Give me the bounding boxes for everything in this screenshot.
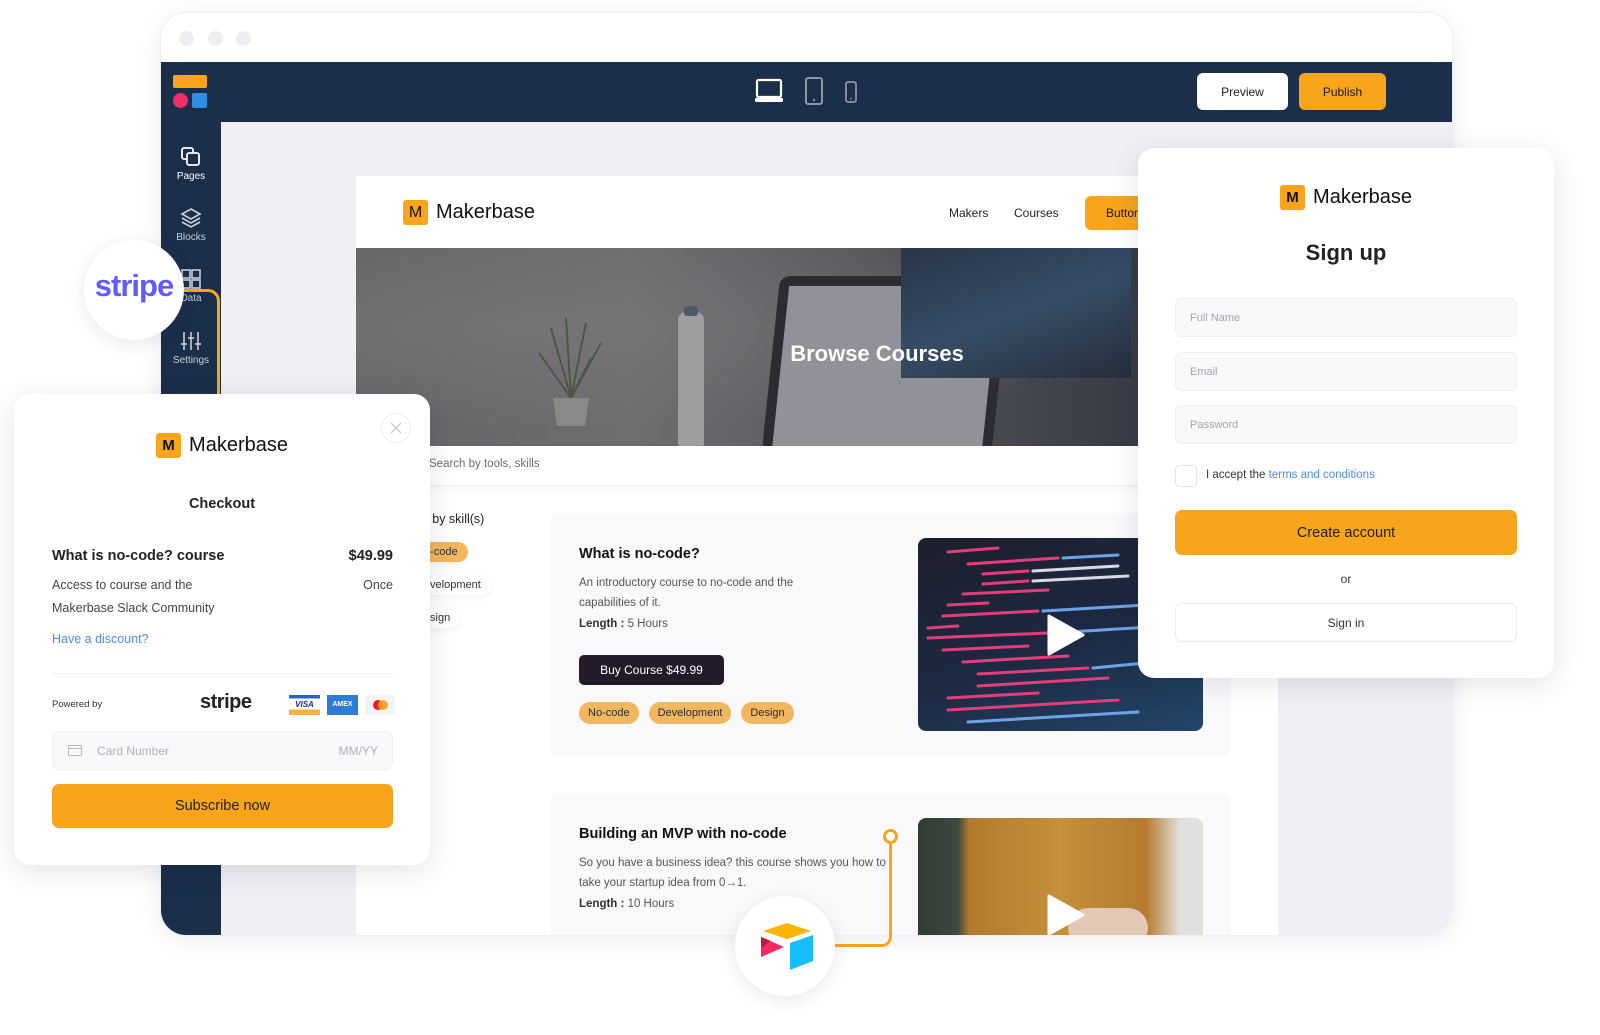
length-value: 10 Hours [627, 898, 675, 910]
course-title[interactable]: Building an MVP with no-code [579, 826, 787, 842]
brand-name: Makerbase [436, 201, 535, 223]
sidebar-item-blocks[interactable]: Blocks [161, 207, 221, 243]
divider [52, 673, 393, 674]
length-label: Length : [579, 618, 625, 630]
mastercard-icon [365, 695, 395, 715]
nav-link-makers[interactable]: Makers [949, 206, 988, 220]
buy-course-button[interactable] [579, 935, 684, 936]
play-icon[interactable] [1046, 894, 1086, 936]
create-account-button[interactable]: Create account [1175, 510, 1517, 555]
visa-card-icon: VISA [289, 695, 320, 715]
course-card: What is no-code? An introductory course … [551, 513, 1231, 756]
full-name-input[interactable]: Full Name [1175, 298, 1517, 337]
publish-button[interactable]: Publish [1299, 73, 1386, 110]
terms-checkbox[interactable] [1175, 465, 1197, 487]
stripe-wordmark: stripe [200, 691, 252, 713]
item-description-line2: Makerbase Slack Community [52, 601, 215, 615]
subscribe-button[interactable]: Subscribe now [52, 784, 393, 828]
stripe-badge: stripe [84, 240, 184, 340]
search-placeholder: Search by tools, skills [429, 458, 540, 470]
course-tags: No-code Development Design [579, 702, 804, 724]
brand-logo-icon: M [156, 433, 182, 458]
window-dot-minimize[interactable] [208, 31, 223, 46]
checkout-title: Checkout [188, 496, 256, 512]
signup-brand: M Makerbase [1138, 185, 1554, 210]
checkout-brand: M Makerbase [14, 433, 430, 458]
connector-node [883, 829, 898, 844]
course-length: Length : 5 Hours [579, 618, 668, 630]
layers-icon [180, 208, 202, 228]
airtable-logo-icon [761, 923, 813, 970]
discount-link[interactable]: Have a discount? [52, 632, 149, 646]
password-placeholder: Password [1190, 418, 1239, 431]
airtable-connector-line [832, 842, 892, 947]
billing-frequency: Once [363, 578, 393, 592]
desktop-view-icon[interactable] [754, 77, 784, 110]
checkout-modal: M Makerbase Checkout What is no-code? co… [14, 394, 430, 865]
length-value: 5 Hours [627, 618, 668, 630]
email-input[interactable]: Email [1175, 352, 1517, 391]
pages-icon [181, 147, 200, 166]
terms-text: I accept the terms and conditions [1206, 469, 1375, 481]
amex-card-icon: AMEX [327, 695, 358, 715]
sidebar-label: Blocks [176, 232, 206, 243]
mobile-view-icon[interactable] [844, 81, 858, 108]
editor-toolbar: Preview Publish [161, 62, 1452, 122]
or-separator: or [1340, 572, 1352, 586]
airtable-badge [735, 896, 835, 996]
play-icon[interactable] [1046, 614, 1086, 656]
site-brand[interactable]: M Makerbase [403, 200, 535, 225]
card-number-placeholder: Card Number [97, 744, 170, 758]
full-name-placeholder: Full Name [1190, 311, 1241, 324]
password-input[interactable]: Password [1175, 405, 1517, 444]
item-price: $49.99 [348, 548, 393, 564]
preview-button[interactable]: Preview [1197, 73, 1288, 110]
item-description-line1: Access to course and the [52, 578, 193, 592]
nav-link-courses[interactable]: Courses [1014, 206, 1059, 220]
email-placeholder: Email [1190, 365, 1218, 378]
powered-by-label: Powered by [52, 699, 103, 710]
brand-name: Makerbase [189, 434, 288, 456]
signup-modal: M Makerbase Sign up Full Name Email Pass… [1138, 148, 1554, 678]
window-dot-close[interactable] [179, 31, 194, 46]
window-dot-maximize[interactable] [236, 31, 251, 46]
course-title[interactable]: What is no-code? [579, 546, 700, 562]
sidebar-label: Pages [176, 171, 206, 182]
expiry-placeholder: MM/YY [338, 744, 378, 758]
brand-logo-icon: M [403, 200, 428, 225]
tablet-view-icon[interactable] [804, 77, 824, 110]
stripe-logo: stripe [94, 268, 174, 303]
course-tag[interactable]: Development [648, 702, 732, 724]
credit-card-icon [68, 745, 82, 756]
brand-logo-icon: M [1280, 185, 1306, 210]
terms-prefix: I accept the [1206, 469, 1266, 481]
course-tag[interactable]: No-code [579, 702, 639, 724]
course-length: Length : 10 Hours [579, 898, 674, 910]
card-number-input[interactable]: Card Number MM/YY [52, 731, 393, 770]
length-label: Length : [579, 898, 625, 910]
terms-link[interactable]: terms and conditions [1269, 469, 1375, 481]
course-video-thumbnail[interactable] [918, 818, 1203, 936]
item-name: What is no-code? course [52, 548, 225, 564]
sign-in-button[interactable]: Sign in [1175, 603, 1517, 642]
course-description: An introductory course to no-code and th… [579, 577, 794, 609]
brand-name: Makerbase [1313, 186, 1412, 208]
signup-title: Sign up [1305, 240, 1387, 265]
sidebar-item-pages[interactable]: Pages [161, 146, 221, 182]
buy-course-button[interactable]: Buy Course $49.99 [579, 655, 724, 685]
course-tag[interactable]: Design [741, 702, 794, 724]
